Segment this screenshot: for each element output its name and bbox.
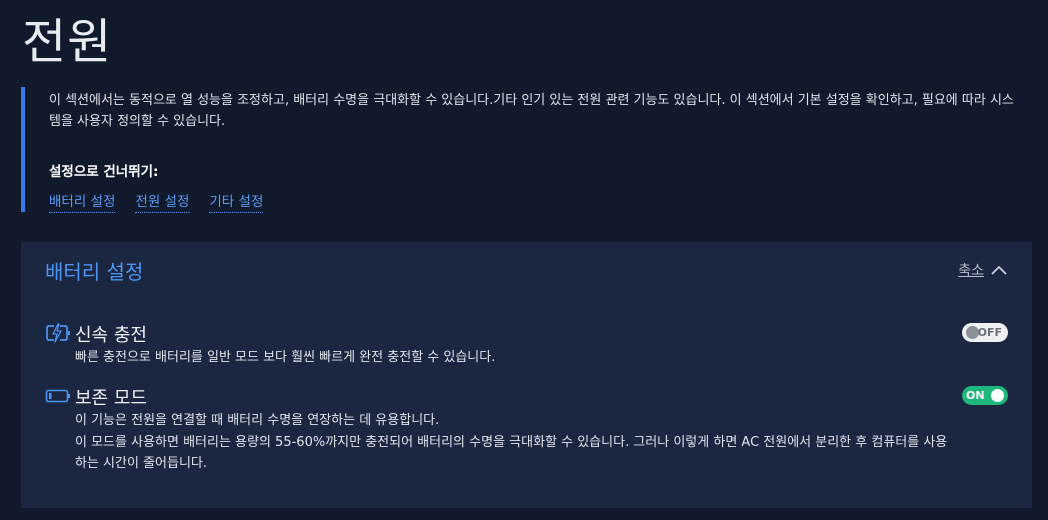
skip-to-settings-heading: 설정으로 건너뛰기: [49, 164, 159, 180]
toggle-state-label: ON [966, 389, 985, 402]
setting-conservation-mode: 보존 모드 이 기능은 전원을 연결할 때 배터리 수명을 연장하는 데 유용합… [45, 384, 1008, 484]
setting-name: 신속 충전 [75, 325, 147, 346]
rapid-charge-toggle[interactable]: OFF [962, 323, 1008, 342]
collapse-button[interactable]: 축소 [958, 260, 1008, 280]
rapid-charge-icon [45, 323, 71, 343]
battery-conservation-icon [45, 386, 71, 406]
skip-link-power-settings[interactable]: 전원 설정 [135, 190, 190, 213]
toggle-state-label: OFF [977, 326, 1002, 339]
battery-settings-panel: 배터리 설정 축소 신속 충전 빠른 충전으로 배터리를 일반 모드 보다 훨씬… [21, 242, 1032, 508]
intro-section: 이 섹션에서는 동적으로 열 성능을 조정하고, 배터리 수명을 극대화할 수 … [21, 87, 1025, 213]
toggle-knob [991, 389, 1004, 402]
skip-links: 배터리 설정 전원 설정 기타 설정 [49, 190, 264, 213]
conservation-mode-toggle[interactable]: ON [962, 386, 1008, 405]
page-title: 전원 [22, 14, 113, 70]
setting-description: 빠른 충전으로 배터리를 일반 모드 보다 훨씬 빠르게 완전 충전할 수 있습… [75, 350, 496, 365]
skip-link-other-settings[interactable]: 기타 설정 [209, 190, 264, 213]
setting-name: 보존 모드 [75, 388, 147, 409]
chevron-up-icon [990, 261, 1008, 280]
collapse-label: 축소 [958, 263, 984, 279]
setting-description: 이 기능은 전원을 연결할 때 배터리 수명을 연장하는 데 유용합니다. 이 … [75, 410, 955, 475]
panel-title: 배터리 설정 [45, 260, 144, 284]
description-line: 이 기능은 전원을 연결할 때 배터리 수명을 연장하는 데 유용합니다. [75, 413, 440, 428]
intro-description: 이 섹션에서는 동적으로 열 성능을 조정하고, 배터리 수명을 극대화할 수 … [49, 93, 1014, 129]
skip-link-battery-settings[interactable]: 배터리 설정 [49, 190, 116, 213]
description-line: 이 모드를 사용하면 배터리는 용량의 55-60%까지만 충전되어 배터리의 … [75, 434, 948, 472]
setting-rapid-charge: 신속 충전 빠른 충전으로 배터리를 일반 모드 보다 훨씬 빠르게 완전 충전… [45, 321, 1008, 367]
